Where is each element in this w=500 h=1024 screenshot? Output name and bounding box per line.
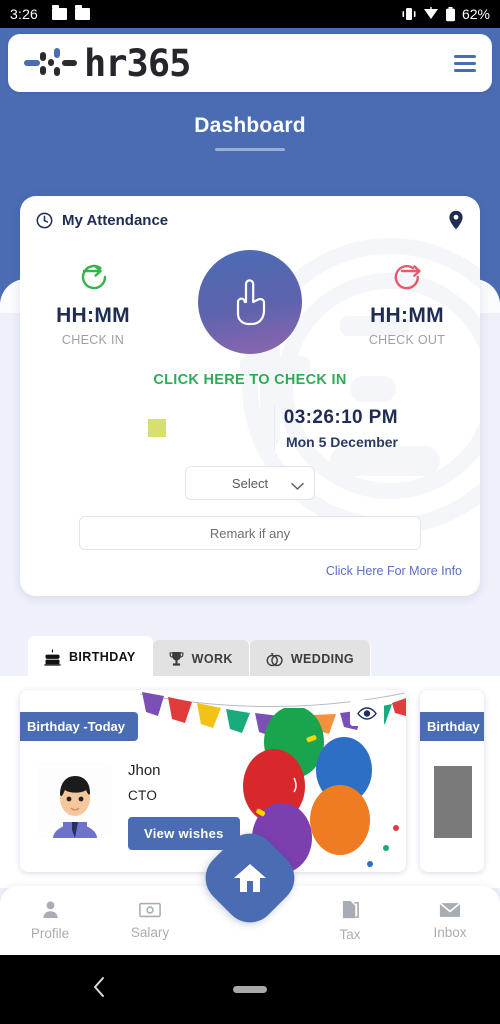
tab-wedding[interactable]: WEDDING — [249, 640, 372, 678]
location-pin-icon[interactable] — [448, 210, 464, 230]
event-badge: Birthday -Today — [20, 712, 138, 741]
current-date: Mon 5 December — [285, 433, 398, 450]
nav-label-profile: Profile — [30, 926, 70, 941]
nav-item-inbox[interactable]: Inbox — [400, 901, 500, 940]
page-title-underline — [215, 148, 285, 151]
battery-percent: 62% — [461, 6, 490, 22]
event-card-content: Jhon CTO View wishes — [38, 762, 240, 850]
check-out-block: HH:MM CHECK OUT — [352, 248, 462, 347]
attendance-title: My Attendance — [62, 211, 169, 229]
attendance-card: My Attendance HH:MM CHECK IN HH:MM CHECK… — [20, 196, 480, 596]
wedding-rings-icon — [266, 653, 283, 667]
status-color-swatch — [148, 419, 166, 437]
avatar — [38, 762, 112, 838]
chevron-down-icon — [291, 479, 304, 494]
select-value: Select — [231, 475, 269, 491]
home-icon — [234, 864, 266, 892]
view-wishes-button[interactable]: View wishes — [128, 817, 240, 850]
home-indicator[interactable] — [233, 986, 267, 993]
money-bill-icon — [139, 902, 161, 917]
brand-title: hr365 — [84, 41, 191, 85]
attendance-card-body: HH:MM CHECK IN HH:MM CHECK OUT CLICK HER… — [20, 242, 480, 596]
clock-icon — [36, 212, 53, 229]
current-time-block: 03:26:10 PM Mon 5 December — [284, 407, 462, 450]
nav-item-tax[interactable]: Tax — [300, 900, 400, 942]
attendance-card-header: My Attendance — [20, 196, 480, 242]
divider — [274, 406, 275, 450]
hamburger-menu-icon[interactable] — [454, 54, 476, 72]
nav-item-salary[interactable]: Salary — [100, 902, 200, 940]
attendance-type-select[interactable]: Select — [185, 466, 315, 500]
envelope-icon — [439, 901, 461, 917]
tab-wedding-label: WEDDING — [290, 652, 355, 666]
more-info-link[interactable]: Click Here For More Info — [20, 550, 480, 582]
birthday-cake-icon — [44, 649, 61, 666]
nav-label-tax: Tax — [339, 926, 361, 942]
app-bar: hr365 — [8, 34, 492, 92]
check-in-block: HH:MM CHECK IN — [38, 248, 148, 347]
event-badge: Birthday — [420, 712, 484, 741]
current-time-row: 03:26:10 PM Mon 5 December — [20, 406, 480, 450]
check-out-time: HH:MM — [370, 304, 444, 327]
check-in-time: HH:MM — [56, 304, 130, 327]
punch-row: HH:MM CHECK IN HH:MM CHECK OUT — [20, 248, 480, 354]
eye-icon[interactable] — [350, 700, 384, 726]
check-out-label: CHECK OUT — [368, 333, 446, 347]
event-card-next[interactable]: Birthday — [420, 690, 484, 872]
nav-label-inbox: Inbox — [433, 924, 467, 940]
back-chevron-icon[interactable] — [92, 976, 106, 1003]
wifi-icon — [423, 7, 438, 19]
check-in-icon — [81, 264, 107, 290]
tab-birthday-label: BIRTHDAY — [69, 650, 136, 664]
page-title: Dashboard — [194, 114, 306, 137]
android-navigation-bar — [0, 955, 500, 1024]
person-icon — [42, 901, 58, 919]
status-bar: 3:26 62% — [0, 0, 500, 28]
check-out-icon — [394, 265, 421, 290]
tab-work-label: WORK — [191, 652, 233, 666]
punch-button[interactable] — [198, 250, 302, 354]
status-notification-icons — [52, 5, 91, 20]
hr365-logo-icon — [24, 46, 80, 80]
check-in-label: CHECK IN — [61, 333, 125, 347]
event-card-birthday[interactable]: Birthday -Today Jhon CTO View wishes — [20, 690, 406, 872]
document-icon — [342, 900, 359, 918]
status-time: 3:26 — [10, 6, 39, 22]
remark-input[interactable] — [79, 516, 421, 550]
event-tabs: BIRTHDAY WORK WEDDING — [28, 636, 372, 678]
tab-work[interactable]: WORK — [152, 640, 250, 678]
avatar — [434, 766, 472, 838]
status-system-icons: 62% — [401, 6, 490, 22]
battery-icon — [445, 6, 455, 21]
current-time: 03:26:10 PM — [283, 406, 398, 428]
tab-birthday[interactable]: BIRTHDAY — [28, 636, 153, 678]
vibrate-icon — [402, 8, 416, 20]
pointing-hand-icon — [236, 279, 266, 326]
nav-label-salary: Salary — [130, 924, 170, 940]
folder-icon — [75, 5, 91, 20]
folder-icon — [52, 5, 68, 20]
event-person-role: CTO — [128, 788, 158, 803]
trophy-icon — [169, 651, 184, 666]
event-person-info: Jhon CTO View wishes — [128, 762, 240, 850]
event-person-name: Jhon — [128, 762, 161, 779]
nav-item-profile[interactable]: Profile — [0, 900, 100, 941]
check-in-cta[interactable]: CLICK HERE TO CHECK IN — [20, 372, 480, 388]
